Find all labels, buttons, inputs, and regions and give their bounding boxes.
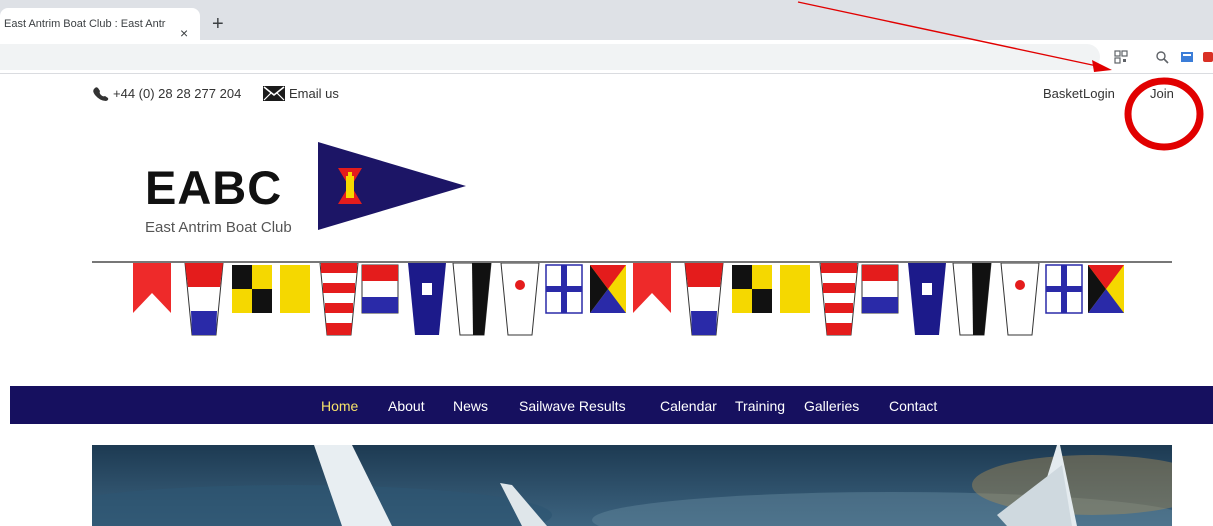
signal-flags-bunting — [133, 263, 1124, 336]
extension-icon[interactable] — [1203, 50, 1213, 64]
address-bar[interactable] — [0, 44, 1100, 70]
browser-toolbar — [0, 40, 1213, 74]
logo-club-name: East Antrim Boat Club — [145, 219, 292, 236]
phone-icon — [93, 87, 109, 101]
qr-code-icon[interactable] — [1114, 50, 1128, 64]
nav-item-contact[interactable]: Contact — [889, 398, 937, 414]
browser-tabstrip: East Antrim Boat Club : East Antr × + — [0, 0, 1213, 40]
nav-item-about[interactable]: About — [388, 398, 425, 414]
nav-item-calendar[interactable]: Calendar — [660, 398, 717, 414]
page: +44 (0) 28 28 277 204 Email us Basket Lo… — [0, 74, 1213, 526]
join-link[interactable]: Join — [1150, 86, 1174, 101]
email-link[interactable]: Email us — [289, 86, 339, 101]
phone-number[interactable]: +44 (0) 28 28 277 204 — [113, 86, 241, 101]
main-navigation: Home About News Sailwave Results Calenda… — [10, 386, 1213, 424]
zoom-icon[interactable] — [1155, 50, 1169, 64]
nav-item-news[interactable]: News — [453, 398, 488, 414]
nav-item-sailwave-results[interactable]: Sailwave Results — [519, 398, 626, 414]
tab-title: East Antrim Boat Club : East Antr — [4, 18, 166, 30]
login-link[interactable]: Login — [1083, 86, 1115, 101]
nav-item-galleries[interactable]: Galleries — [804, 398, 859, 414]
logo-abbreviation: EABC — [145, 161, 283, 214]
burgee-icon — [318, 142, 466, 230]
nav-item-training[interactable]: Training — [735, 398, 785, 414]
hero-image — [92, 445, 1172, 526]
browser-tab[interactable]: East Antrim Boat Club : East Antr × — [0, 8, 200, 40]
extension-icon[interactable] — [1180, 50, 1194, 64]
envelope-icon — [263, 86, 285, 101]
tab-close-icon[interactable]: × — [180, 25, 188, 40]
nav-item-home[interactable]: Home — [321, 398, 358, 414]
new-tab-button[interactable]: + — [212, 14, 224, 34]
basket-link[interactable]: Basket — [1043, 86, 1083, 101]
